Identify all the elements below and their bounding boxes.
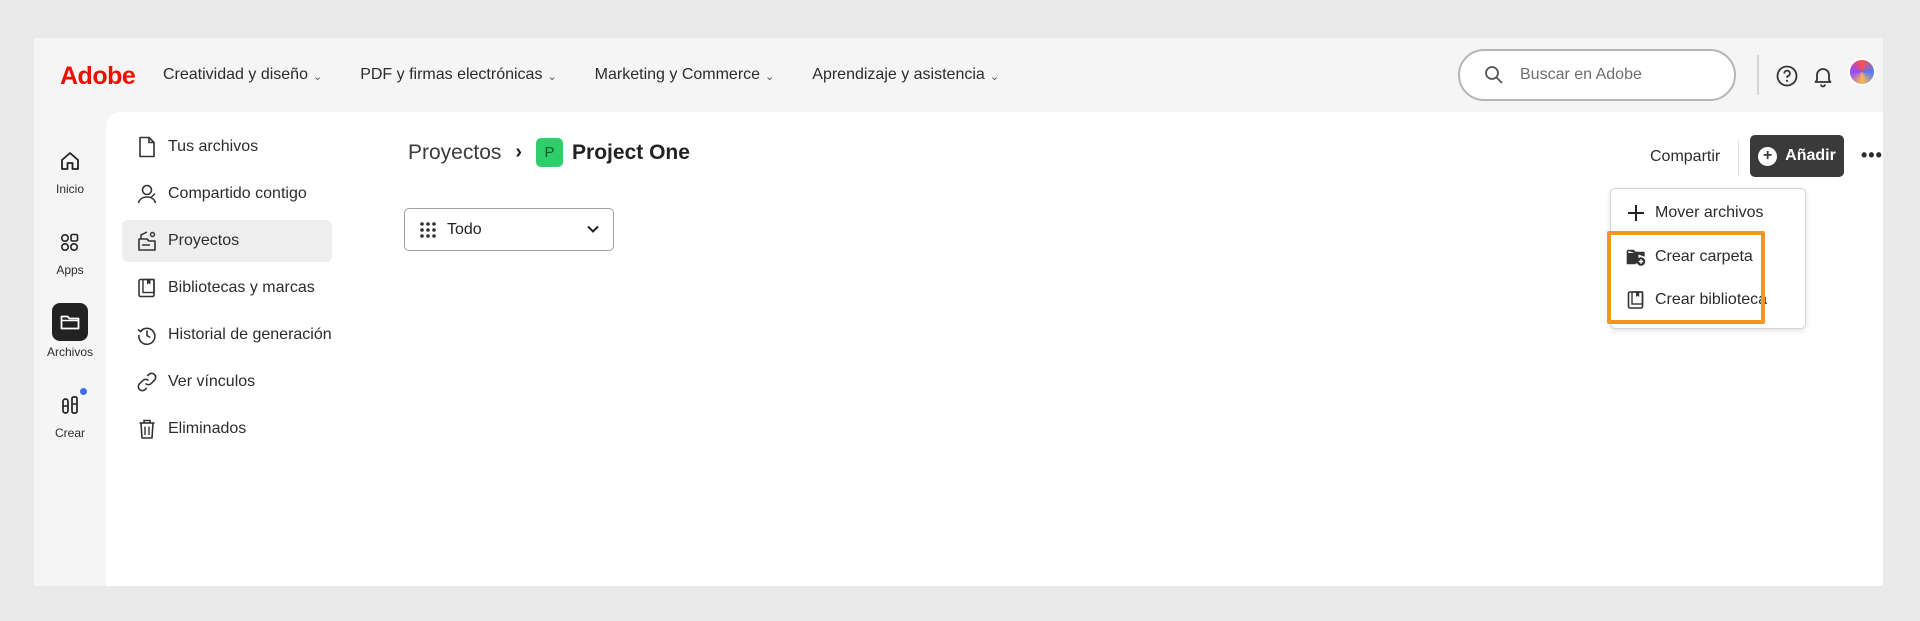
filter-dropdown[interactable]: Todo — [404, 208, 614, 251]
nav-label: Marketing y Commerce — [594, 66, 761, 83]
app-window: Adobe Creatividad y diseño ⌄ PDF y firmas… — [34, 38, 1883, 586]
sidebar-item-compartido[interactable]: Compartido contigo — [122, 173, 332, 215]
breadcrumb: Proyectos › P Project One — [408, 138, 690, 167]
sidebar-item-label: Proyectos — [168, 232, 240, 249]
plus-circle-icon: + — [1758, 146, 1778, 166]
trash-icon — [136, 418, 158, 440]
search-icon — [1485, 66, 1503, 84]
notification-dot — [80, 388, 87, 395]
breadcrumb-parent[interactable]: Proyectos — [408, 141, 501, 165]
menu-item-label: Mover archivos — [1655, 204, 1764, 221]
sidebar-item-proyectos[interactable]: Proyectos — [122, 220, 332, 262]
sidebar-item-bibliotecas[interactable]: Bibliotecas y marcas — [122, 267, 332, 309]
library-icon — [136, 277, 158, 299]
folder-icon — [52, 303, 88, 341]
rail-label: Inicio — [55, 182, 84, 196]
sidebar-item-label: Historial de generación — [168, 326, 332, 343]
sidebar-item-label: Compartido contigo — [168, 185, 307, 202]
top-bar: Adobe Creatividad y diseño ⌄ PDF y firmas… — [34, 38, 1883, 112]
left-rail: Inicio Apps Archivos Crear — [34, 112, 106, 586]
sidebar-item-tus-archivos[interactable]: Tus archivos — [122, 126, 332, 168]
rail-item-apps[interactable]: Apps — [34, 225, 106, 277]
nav-label: PDF y firmas electrónicas — [360, 66, 543, 83]
adobe-logo[interactable]: Adobe — [60, 62, 136, 91]
highlight-box — [1607, 231, 1765, 324]
page-title: Project One — [572, 140, 690, 164]
nav-creatividad[interactable]: Creatividad y diseño ⌄ — [163, 66, 322, 84]
rail-item-crear[interactable]: Crear — [34, 388, 106, 440]
chevron-down-icon — [587, 225, 599, 233]
project-badge: P — [536, 138, 564, 167]
more-options-icon[interactable]: ••• — [1861, 145, 1883, 166]
home-icon — [53, 144, 87, 178]
chevron-down-icon: ⌄ — [765, 70, 775, 83]
sidebar-item-vinculos[interactable]: Ver vínculos — [122, 361, 332, 403]
sidebar-item-label: Ver vínculos — [168, 373, 256, 390]
add-button[interactable]: + Añadir — [1750, 135, 1844, 177]
avatar[interactable] — [1848, 58, 1876, 86]
file-icon — [136, 136, 158, 158]
search-input[interactable]: Buscar en Adobe — [1458, 49, 1736, 101]
plus-icon — [1625, 202, 1647, 224]
breadcrumb-separator: › — [515, 141, 523, 163]
rail-item-archivos[interactable]: Archivos — [34, 303, 106, 359]
create-icon — [53, 388, 87, 422]
projects-icon — [136, 230, 158, 252]
chevron-down-icon: ⌄ — [312, 70, 323, 83]
sidebar-item-historial[interactable]: Historial de generación — [122, 314, 332, 356]
nav-aprendizaje[interactable]: Aprendizaje y asistencia ⌄ — [812, 66, 999, 84]
chevron-down-icon: ⌄ — [547, 70, 557, 83]
share-button[interactable]: Compartir — [1650, 148, 1720, 166]
nav-pdf[interactable]: PDF y firmas electrónicas ⌄ — [360, 66, 556, 84]
divider — [1757, 55, 1759, 95]
grid-icon — [420, 221, 436, 238]
search-placeholder: Buscar en Adobe — [1520, 66, 1642, 83]
rail-label: Archivos — [46, 345, 93, 359]
menu-item-mover-archivos[interactable]: Mover archivos — [1625, 202, 1763, 224]
sidebar-item-label: Bibliotecas y marcas — [168, 279, 315, 296]
rail-label: Apps — [56, 263, 84, 277]
apps-icon — [53, 225, 87, 259]
main-nav: Creatividad y diseño ⌄ PDF y firmas elect… — [163, 38, 1037, 112]
divider — [1738, 140, 1739, 176]
help-icon[interactable] — [1775, 64, 1799, 88]
sidebar-item-eliminados[interactable]: Eliminados — [122, 408, 332, 450]
rail-item-inicio[interactable]: Inicio — [34, 144, 106, 196]
sidebar-item-label: Eliminados — [168, 420, 247, 437]
main-content: Tus archivos Compartido contigo Proyecto… — [106, 112, 1883, 586]
nav-label: Creatividad y diseño — [163, 66, 308, 83]
nav-label: Aprendizaje y asistencia — [812, 66, 985, 83]
bell-icon[interactable] — [1811, 64, 1835, 88]
sidebar-item-label: Tus archivos — [168, 138, 259, 155]
link-icon — [136, 371, 158, 393]
files-sidebar: Tus archivos Compartido contigo Proyecto… — [122, 126, 332, 455]
shared-user-icon — [136, 183, 158, 205]
add-button-label: Añadir — [1785, 147, 1836, 164]
nav-marketing[interactable]: Marketing y Commerce ⌄ — [595, 66, 775, 84]
history-icon — [136, 324, 158, 346]
filter-value: Todo — [447, 220, 482, 238]
rail-label: Crear — [54, 426, 85, 440]
chevron-down-icon: ⌄ — [989, 70, 1000, 83]
